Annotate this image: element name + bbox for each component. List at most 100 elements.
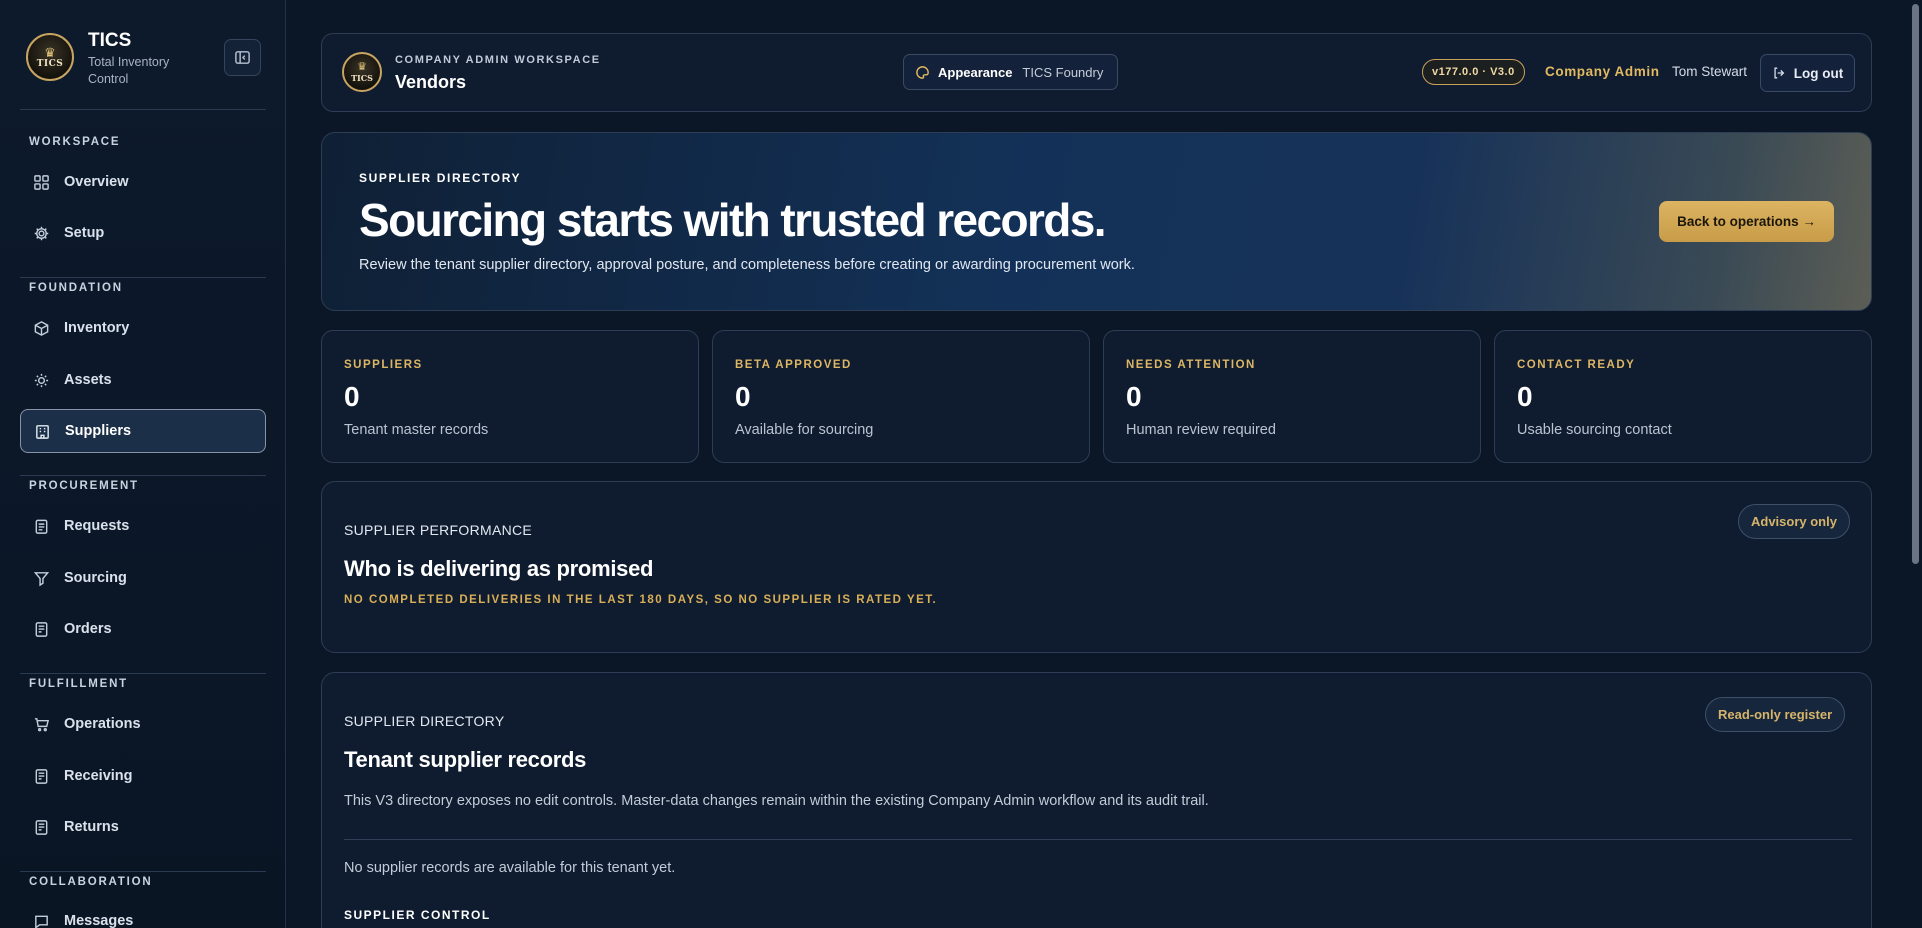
- sidebar-heading-collaboration: COLLABORATION: [29, 876, 153, 888]
- sidebar-item-label: Inventory: [64, 320, 130, 336]
- clipboard-icon: [35, 519, 48, 534]
- stat-label: BETA APPROVED: [735, 359, 852, 371]
- sidebar-heading-workspace: WORKSPACE: [29, 136, 121, 148]
- grid-icon: [34, 174, 49, 190]
- stat-description: Human review required: [1126, 422, 1276, 438]
- sun-icon: [34, 373, 49, 387]
- sidebar-item-label: Suppliers: [65, 423, 132, 439]
- stat-description: Tenant master records: [344, 422, 489, 438]
- stat-description: Usable sourcing contact: [1517, 422, 1672, 438]
- receipt-icon: [35, 621, 48, 637]
- sidebar-item-requests[interactable]: Requests: [20, 504, 266, 548]
- sidebar-item-orders[interactable]: Orders: [20, 607, 266, 651]
- sidebar-item-label: Assets: [64, 372, 112, 388]
- main-content: ♛ TICS COMPANY ADMIN WORKSPACE Vendors A…: [321, 0, 1872, 928]
- version-badge: v177.0.0 · V3.0: [1422, 59, 1525, 85]
- sidebar-item-messages[interactable]: Messages: [20, 899, 266, 928]
- sidebar-heading-procurement: PROCUREMENT: [29, 480, 139, 492]
- user-name: Tom Stewart: [1672, 64, 1748, 79]
- workspace-header: ♛ TICS COMPANY ADMIN WORKSPACE Vendors A…: [321, 33, 1872, 112]
- appearance-button[interactable]: Appearance TICS Foundry: [903, 54, 1118, 90]
- collapse-sidebar-button[interactable]: [224, 39, 261, 76]
- stat-card-beta-approved: BETA APPROVED 0 Available for sourcing: [712, 330, 1090, 463]
- back-to-operations-button[interactable]: Back to operations →: [1659, 201, 1834, 242]
- sidebar-item-label: Setup: [64, 225, 105, 241]
- box-icon: [34, 320, 49, 336]
- stat-value: 0: [735, 381, 751, 412]
- sidebar-divider: [20, 871, 266, 872]
- page-title: Vendors: [395, 72, 467, 92]
- palette-icon: [916, 65, 929, 79]
- sidebar-item-overview[interactable]: Overview: [20, 160, 266, 204]
- brand-subtitle: Total Inventory Control: [88, 55, 170, 86]
- lion-crest-icon: ♛: [357, 60, 367, 73]
- receipt-icon: [35, 819, 48, 835]
- workspace-eyebrow: COMPANY ADMIN WORKSPACE: [395, 54, 601, 66]
- gear-icon: [34, 226, 49, 240]
- stat-description: Available for sourcing: [735, 422, 874, 438]
- stat-value: 0: [344, 381, 360, 412]
- sidebar-collapse-icon: [235, 51, 250, 64]
- sidebar-heading-foundation: FOUNDATION: [29, 282, 123, 294]
- sidebar-item-assets[interactable]: Assets: [20, 358, 266, 402]
- receipt-icon: [35, 768, 48, 784]
- user-role: Company Admin: [1545, 64, 1660, 79]
- panel-title: Who is delivering as promised: [344, 556, 654, 581]
- sidebar-item-label: Receiving: [64, 768, 133, 784]
- sidebar-item-setup[interactable]: Setup: [20, 211, 266, 255]
- sidebar-heading-fulfillment: FULFILLMENT: [29, 678, 129, 690]
- logout-label: Log out: [1793, 65, 1844, 81]
- stat-card-contact-ready: CONTACT READY 0 Usable sourcing contact: [1494, 330, 1872, 463]
- page-scrollbar[interactable]: [1909, 0, 1922, 928]
- logo-text: TICS: [351, 72, 373, 83]
- sidebar-item-label: Sourcing: [64, 570, 127, 586]
- brand-name: TICS: [88, 30, 132, 51]
- supplier-control-heading: SUPPLIER CONTROL: [344, 908, 491, 922]
- sidebar-item-suppliers[interactable]: Suppliers: [20, 409, 266, 453]
- scrollbar-thumb[interactable]: [1912, 4, 1919, 564]
- sidebar-item-returns[interactable]: Returns: [20, 805, 266, 849]
- stat-label: CONTACT READY: [1517, 359, 1636, 371]
- company-logo: ♛ TICS: [342, 52, 382, 92]
- funnel-icon: [33, 571, 50, 586]
- sidebar-divider: [20, 673, 266, 674]
- sidebar-item-receiving[interactable]: Receiving: [20, 754, 266, 798]
- directory-description: This V3 directory exposes no edit contro…: [344, 793, 1209, 809]
- supplier-directory-panel: SUPPLIER DIRECTORY Tenant supplier recor…: [321, 672, 1872, 928]
- panel-eyebrow: SUPPLIER PERFORMANCE: [344, 522, 533, 538]
- sidebar-item-operations[interactable]: Operations: [20, 702, 266, 746]
- sidebar-item-label: Overview: [64, 174, 129, 190]
- sidebar: ♛ TICS TICS Total Inventory Control WORK…: [0, 0, 286, 928]
- appearance-value: TICS Foundry: [1022, 64, 1104, 80]
- appearance-label: Appearance: [938, 64, 1013, 80]
- stat-card-suppliers: SUPPLIERS 0 Tenant master records: [321, 330, 699, 463]
- sidebar-divider: [20, 475, 266, 476]
- sidebar-item-label: Orders: [64, 621, 112, 637]
- hero-title: Sourcing starts with trusted records.: [359, 194, 1107, 246]
- message-icon: [35, 915, 48, 928]
- advisory-only-badge: Advisory only: [1738, 504, 1850, 539]
- tics-logo: ♛ TICS: [26, 33, 74, 81]
- sidebar-item-label: Returns: [64, 819, 119, 835]
- logout-icon: [1774, 67, 1785, 79]
- performance-note: NO COMPLETED DELIVERIES IN THE LAST 180 …: [344, 594, 938, 606]
- logo-text: TICS: [36, 58, 64, 69]
- stat-label: SUPPLIERS: [344, 359, 423, 371]
- stat-label: NEEDS ATTENTION: [1126, 359, 1256, 371]
- empty-state-text: No supplier records are available for th…: [344, 860, 676, 876]
- panel-eyebrow: SUPPLIER DIRECTORY: [344, 713, 505, 729]
- sidebar-item-label: Messages: [64, 913, 134, 928]
- building-icon: [36, 424, 49, 439]
- sidebar-item-inventory[interactable]: Inventory: [20, 306, 266, 350]
- sidebar-divider: [20, 109, 266, 110]
- stat-card-needs-attention: NEEDS ATTENTION 0 Human review required: [1103, 330, 1481, 463]
- lion-crest-icon: ♛: [44, 44, 56, 60]
- panel-title: Tenant supplier records: [344, 747, 587, 772]
- sidebar-item-sourcing[interactable]: Sourcing: [20, 556, 266, 600]
- stat-value: 0: [1126, 381, 1142, 412]
- panel-divider: [344, 839, 1852, 840]
- logout-button[interactable]: Log out: [1760, 54, 1855, 92]
- sidebar-item-label: Requests: [64, 518, 130, 534]
- hero-eyebrow: SUPPLIER DIRECTORY: [359, 171, 522, 185]
- sidebar-divider: [20, 277, 266, 278]
